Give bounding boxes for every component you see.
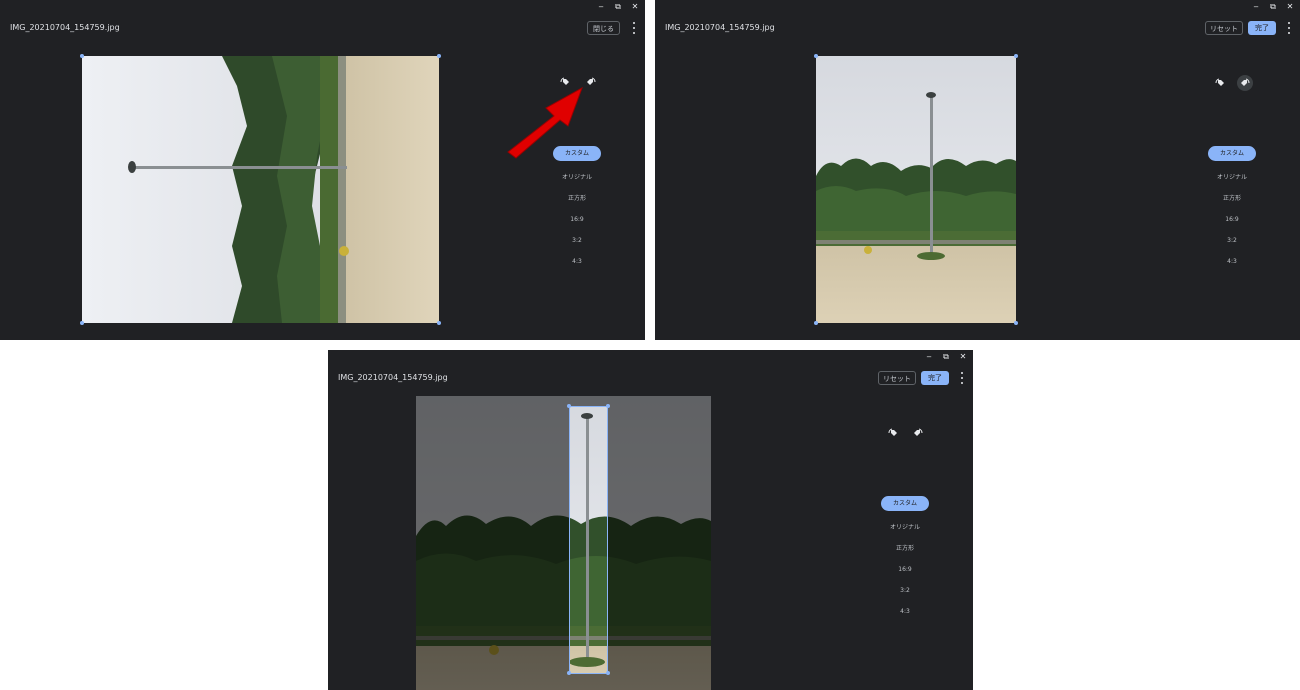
- rotate-left-button[interactable]: [885, 425, 901, 441]
- crop-handle-bottom-left[interactable]: [814, 321, 818, 325]
- editor-window-rotated: IMG_20210704_154759.jpg ‒ ⧉ ✕ 閉じる カスタム オ…: [0, 0, 645, 340]
- window-controls: ‒ ⧉ ✕: [1252, 3, 1294, 11]
- more-vert-icon[interactable]: [1286, 21, 1292, 35]
- done-button[interactable]: 完了: [921, 371, 949, 385]
- crop-handle-top-right[interactable]: [437, 54, 441, 58]
- reset-button[interactable]: リセット: [878, 371, 916, 385]
- file-title: IMG_20210704_154759.jpg: [10, 23, 120, 32]
- aspect-ratio-list: カスタム オリジナル 正方形 16:9 3:2 4:3: [1202, 146, 1262, 272]
- rotate-right-icon: [914, 428, 923, 436]
- window-controls: ‒ ⧉ ✕: [925, 353, 967, 361]
- photo-preview[interactable]: [416, 396, 711, 690]
- photo-preview[interactable]: [82, 56, 439, 323]
- ratio-4-3[interactable]: 4:3: [572, 251, 582, 272]
- crop-box[interactable]: [569, 406, 608, 674]
- crop-handle-top-right[interactable]: [606, 404, 610, 408]
- close-icon[interactable]: ✕: [1286, 3, 1294, 11]
- ratio-custom[interactable]: カスタム: [1208, 146, 1256, 161]
- rotate-left-icon: [888, 428, 897, 436]
- ratio-square[interactable]: 正方形: [568, 188, 586, 209]
- ratio-custom[interactable]: カスタム: [553, 146, 601, 161]
- reset-button[interactable]: リセット: [1205, 21, 1243, 35]
- done-button[interactable]: 完了: [1248, 21, 1276, 35]
- crop-handle-bottom-left[interactable]: [80, 321, 84, 325]
- ratio-3-2[interactable]: 3:2: [900, 580, 910, 601]
- restore-icon[interactable]: ⧉: [942, 353, 950, 361]
- minimize-icon[interactable]: ‒: [925, 353, 933, 361]
- ratio-3-2[interactable]: 3:2: [1227, 230, 1237, 251]
- ratio-original[interactable]: オリジナル: [890, 517, 920, 538]
- editor-window-cropping: IMG_20210704_154759.jpg ‒ ⧉ ✕ リセット 完了 カス…: [328, 350, 973, 690]
- rotate-left-icon: [1215, 78, 1224, 86]
- editor-window-upright: IMG_20210704_154759.jpg ‒ ⧉ ✕ リセット 完了 カス…: [655, 0, 1300, 340]
- ratio-16-9[interactable]: 16:9: [898, 559, 911, 580]
- ratio-16-9[interactable]: 16:9: [1225, 209, 1238, 230]
- restore-icon[interactable]: ⧉: [614, 3, 622, 11]
- rotate-right-button[interactable]: [1237, 75, 1253, 91]
- ratio-4-3[interactable]: 4:3: [1227, 251, 1237, 272]
- ratio-square[interactable]: 正方形: [1223, 188, 1241, 209]
- window-controls: ‒ ⧉ ✕: [597, 3, 639, 11]
- close-button[interactable]: 閉じる: [587, 21, 620, 35]
- crop-handle-top-right[interactable]: [1014, 54, 1018, 58]
- rotate-right-button[interactable]: [910, 425, 926, 441]
- rotate-left-button[interactable]: [1212, 75, 1228, 91]
- ratio-3-2[interactable]: 3:2: [572, 230, 582, 251]
- crop-handle-bottom-right[interactable]: [437, 321, 441, 325]
- rotate-right-icon: [1241, 78, 1250, 86]
- crop-handle-top-left[interactable]: [814, 54, 818, 58]
- crop-handle-top-left[interactable]: [80, 54, 84, 58]
- crop-handle-bottom-right[interactable]: [1014, 321, 1018, 325]
- ratio-16-9[interactable]: 16:9: [570, 209, 583, 230]
- crop-handle-bottom-right[interactable]: [606, 671, 610, 675]
- photo-preview[interactable]: [816, 56, 1016, 323]
- ratio-custom[interactable]: カスタム: [881, 496, 929, 511]
- aspect-ratio-list: カスタム オリジナル 正方形 16:9 3:2 4:3: [547, 146, 607, 272]
- file-title: IMG_20210704_154759.jpg: [338, 373, 448, 382]
- file-title: IMG_20210704_154759.jpg: [665, 23, 775, 32]
- crop-handle-bottom-left[interactable]: [567, 671, 571, 675]
- close-icon[interactable]: ✕: [631, 3, 639, 11]
- restore-icon[interactable]: ⧉: [1269, 3, 1277, 11]
- minimize-icon[interactable]: ‒: [1252, 3, 1260, 11]
- more-vert-icon[interactable]: [631, 21, 637, 35]
- minimize-icon[interactable]: ‒: [597, 3, 605, 11]
- ratio-square[interactable]: 正方形: [896, 538, 914, 559]
- crop-handle-top-left[interactable]: [567, 404, 571, 408]
- close-icon[interactable]: ✕: [959, 353, 967, 361]
- ratio-original[interactable]: オリジナル: [1217, 167, 1247, 188]
- aspect-ratio-list: カスタム オリジナル 正方形 16:9 3:2 4:3: [875, 496, 935, 622]
- ratio-original[interactable]: オリジナル: [562, 167, 592, 188]
- ratio-4-3[interactable]: 4:3: [900, 601, 910, 622]
- more-vert-icon[interactable]: [959, 371, 965, 385]
